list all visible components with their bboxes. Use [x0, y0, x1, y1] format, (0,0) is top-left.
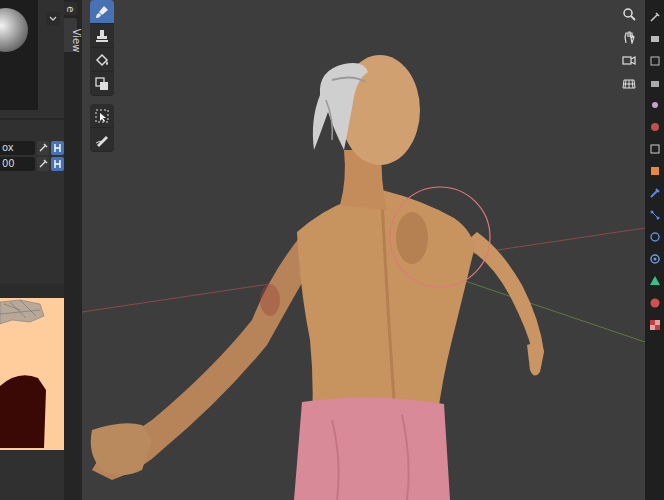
output-icon[interactable] — [645, 50, 664, 72]
hand-icon[interactable] — [619, 27, 639, 47]
texture-icon[interactable] — [645, 314, 664, 336]
pressure-toggle-icon[interactable] — [51, 141, 64, 155]
sidebar-tabs: e View — [64, 0, 82, 500]
material-icon[interactable] — [645, 292, 664, 314]
view-layer-icon[interactable] — [645, 72, 664, 94]
annotate-icon[interactable] — [90, 128, 114, 152]
object-icon[interactable] — [645, 160, 664, 182]
constraint-icon[interactable] — [645, 248, 664, 270]
physics-icon[interactable] — [645, 226, 664, 248]
properties-panel: ox 00 — [0, 0, 64, 500]
pressure-toggle-icon[interactable] — [51, 157, 64, 171]
brush-icon[interactable] — [90, 0, 114, 24]
brush-preview — [0, 0, 38, 110]
character-model — [82, 0, 645, 500]
sidebar-tab[interactable]: View — [64, 18, 77, 52]
data-icon[interactable] — [645, 270, 664, 292]
property-field[interactable]: ox — [0, 141, 35, 155]
scene-icon[interactable] — [645, 94, 664, 116]
uv-image[interactable] — [0, 298, 64, 450]
zoom-icon[interactable] — [619, 4, 639, 24]
3d-viewport[interactable] — [82, 0, 645, 500]
tool-icon[interactable] — [645, 6, 664, 28]
camera-icon[interactable] — [619, 50, 639, 70]
dropdown-icon[interactable] — [46, 12, 60, 26]
property-row: ox — [0, 140, 64, 155]
property-field[interactable]: 00 — [0, 157, 35, 171]
particles-icon[interactable] — [645, 204, 664, 226]
world-icon[interactable] — [645, 116, 664, 138]
collection-icon[interactable] — [645, 138, 664, 160]
modifier-icon[interactable] — [645, 182, 664, 204]
stamp-icon[interactable] — [90, 24, 114, 48]
toolbar — [90, 0, 114, 152]
property-row: 00 — [0, 156, 64, 171]
clone-icon[interactable] — [90, 72, 114, 96]
eyedropper-icon[interactable] — [37, 141, 50, 155]
sidebar-tab[interactable]: e — [64, 2, 77, 15]
select-box-icon[interactable] — [90, 104, 114, 128]
fill-icon[interactable] — [90, 48, 114, 72]
properties-tabs — [645, 0, 664, 500]
grid-icon[interactable] — [619, 73, 639, 93]
eyedropper-icon[interactable] — [37, 157, 50, 171]
navigation-gizmo — [619, 4, 639, 96]
render-icon[interactable] — [645, 28, 664, 50]
